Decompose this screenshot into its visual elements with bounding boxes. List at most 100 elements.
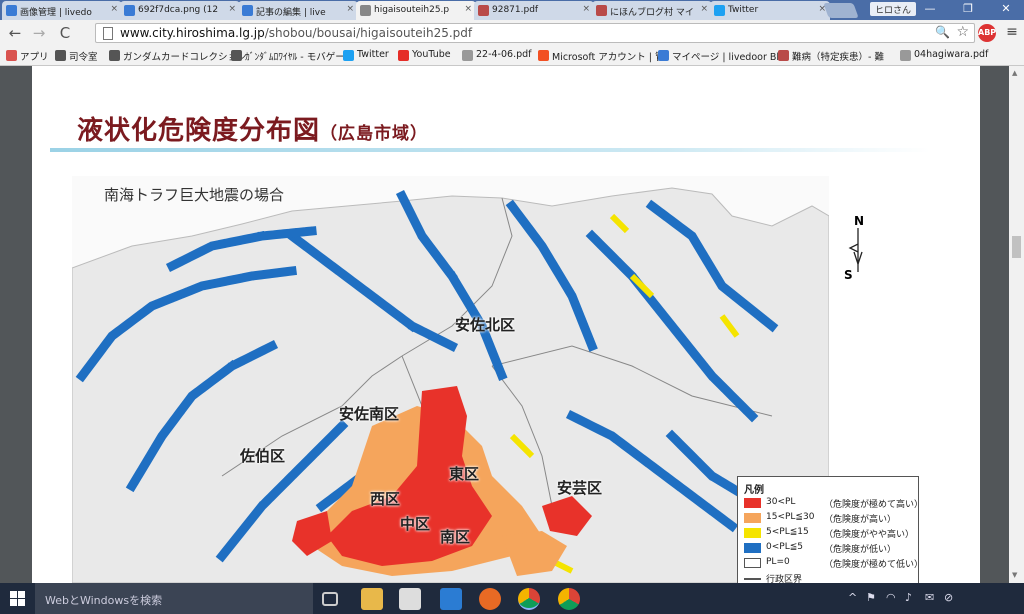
legend-description: （危険度が低い） [824,545,897,555]
adblock-extension-icon[interactable]: ABP [978,24,996,42]
close-tab-icon[interactable]: × [228,4,236,14]
new-tab-button[interactable] [823,3,859,18]
legend-row: 15<PL≦30 （危険度が高い） [744,512,920,525]
edge-icon[interactable] [440,588,462,610]
bookmark-item[interactable]: マイページ | livedoor Blo [658,49,785,64]
browser-tab[interactable]: にほんブログ村 マイ × [592,1,712,20]
legend-description: （危険度がやや高い） [824,530,915,540]
bookmark-item[interactable]: 司令室 [55,49,98,64]
ward-label: 安佐南区 [339,405,400,423]
volume-icon[interactable]: ♪ [905,591,912,604]
profile-button[interactable]: ヒロさん [870,2,917,16]
bookmark-item[interactable]: 04hagiwara.pdf [900,49,988,64]
bookmark-label: 司令室 [69,52,98,63]
ward-label: 西区 [370,490,401,508]
bookmark-item[interactable]: Twitter [343,49,389,64]
bookmark-item[interactable]: ガンダムカードコレクション [109,49,247,64]
ward-label: 中区 [400,515,431,533]
north-arrow: N S [844,214,868,284]
browser-tab[interactable]: higaisouteih25.p × [356,1,476,20]
legend-label: 0<PL≦5 [766,542,803,552]
bookmark-item[interactable]: YouTube [398,49,451,64]
notification-icon[interactable]: ✉ [925,591,934,604]
address-bar[interactable]: www.city.hiroshima.lg.jp/shobou/bousai/h… [95,23,975,43]
legend-swatch [744,513,761,523]
legend-row: 行政区界 [744,572,920,583]
vertical-scrollbar[interactable]: ▲ ▼ [1009,66,1024,583]
ward-label: 安佐北区 [455,316,516,334]
close-window-icon[interactable]: ✕ [988,2,1024,18]
taskbar-search-box[interactable]: WebとWindowsを検索 [35,583,313,614]
bookmark-label: 22-4-06.pdf [476,49,532,60]
close-tab-icon[interactable]: × [464,4,472,14]
store-icon[interactable] [399,588,421,610]
legend-description: （危険度が高い） [824,515,897,525]
back-button[interactable]: ← [6,24,24,42]
windows-start-icon[interactable] [10,591,25,606]
bookmark-label: Twitter [357,49,389,60]
livedoor-icon [658,50,669,61]
chrome-icon [55,50,66,61]
chrome-icon[interactable] [518,588,540,610]
browser-tab[interactable]: 92871.pdf × [474,1,594,20]
bookmark-item[interactable]: 難病（特定疾患）- 難 [778,49,884,64]
legend-label: 30<PL [766,497,796,507]
liquefaction-map [72,176,829,583]
legend-swatch [744,528,761,538]
twitter-icon [343,50,354,61]
close-tab-icon[interactable]: × [700,4,708,14]
tab-title: にほんブログ村 マイ [610,8,694,18]
flag-icon[interactable]: ⚑ [866,591,876,604]
browser-tab[interactable]: 記事の編集 | live × [238,1,358,20]
close-tab-icon[interactable]: × [110,4,118,14]
task-view-icon[interactable] [322,592,338,606]
chrome-icon[interactable] [558,588,580,610]
restore-icon[interactable]: ❐ [950,2,986,18]
wifi-icon[interactable]: ◠ [886,591,896,604]
bookmark-item[interactable]: アプリ [6,49,49,64]
minimize-icon[interactable]: — [912,2,948,18]
bookmark-star-icon[interactable]: ☆ [956,24,969,40]
favicon-icon [124,5,135,16]
scrollbar-thumb[interactable] [1012,236,1021,258]
bookmark-label: アプリ [20,52,49,63]
legend-row: 0<PL≦5 （危険度が低い） [744,542,920,555]
page-title: 液状化危険度分布図（広島市域） [77,110,428,147]
ward-label: 安芸区 [557,479,603,497]
browser-tab[interactable]: Twitter × [710,1,830,20]
scroll-down-icon[interactable]: ▼ [1012,571,1017,579]
tray-expand-icon[interactable]: ^ [848,591,857,604]
browser-tab[interactable]: 画像管理 | livedo × [2,1,122,20]
legend-title: 凡例 [744,485,764,496]
page-icon [103,27,113,40]
ward-label: 南区 [440,528,471,546]
favicon-icon [596,5,607,16]
url-host: www.city.hiroshima.lg.jp [120,26,265,40]
tab-title: 92871.pdf [492,5,539,15]
menu-icon[interactable]: ≡ [1004,24,1020,40]
firefox-icon[interactable] [479,588,501,610]
youtube-icon [398,50,409,61]
bookmark-item[interactable]: 22-4-06.pdf [462,49,532,64]
favicon-icon [714,5,725,16]
legend-swatch [744,578,761,580]
network-icon[interactable]: ⊘ [944,591,953,604]
village-icon [778,50,789,61]
bookmark-label: 難病（特定疾患）- 難 [792,52,884,63]
bookmark-item[interactable]: Microsoft アカウント | 管 [538,49,665,64]
zoom-icon[interactable]: 🔍 [935,25,950,39]
chrome-icon [109,50,120,61]
scroll-up-icon[interactable]: ▲ [1012,69,1017,77]
close-tab-icon[interactable]: × [346,4,354,14]
forward-button[interactable]: → [30,24,48,42]
file-explorer-icon[interactable] [361,588,383,610]
close-tab-icon[interactable]: × [582,4,590,14]
reload-button[interactable]: C [56,24,74,42]
legend-row: 30<PL （危険度が極めて高い） [744,497,923,510]
browser-tab[interactable]: 692f7dca.png (12 × [120,1,240,20]
legend-swatch [744,543,761,553]
legend-label: 15<PL≦30 [766,512,815,522]
legend-label: 5<PL≦15 [766,527,809,537]
legend-swatch [744,558,761,568]
bookmark-item[interactable]: ｶﾞﾝﾀﾞﾑﾛﾜｲﾔﾙ - モバゲー [231,49,345,64]
